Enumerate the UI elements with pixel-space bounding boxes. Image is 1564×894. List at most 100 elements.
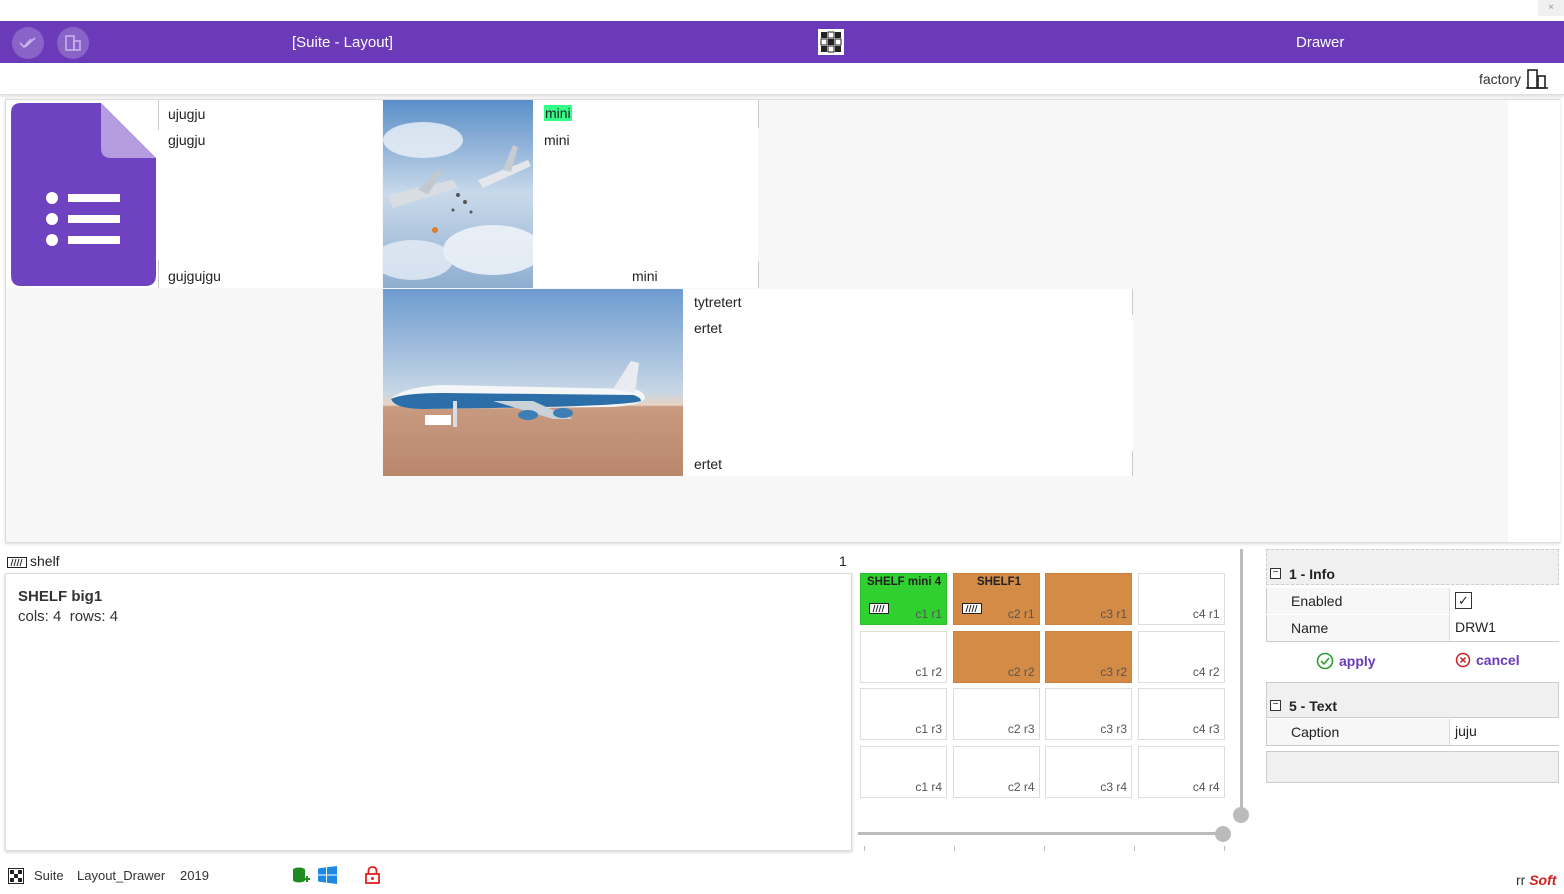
cell-shelf-title: SHELF mini 4: [867, 576, 942, 588]
block-line: tytretert: [694, 294, 742, 310]
divider: [158, 100, 159, 130]
shelf-dimensions: cols: 4 rows: 4: [18, 608, 118, 625]
shelf-detail-panel: SHELF big1 cols: 4 rows: 4: [5, 573, 852, 851]
horizontal-scrollbar-track[interactable]: [858, 832, 1224, 835]
cancel-button[interactable]: cancel: [1455, 652, 1520, 668]
prop-name: Enabled: [1291, 593, 1343, 609]
footer-year: 2019: [180, 868, 209, 883]
title-bar: [Suite - Layout] Drawer: [0, 21, 1564, 63]
cell-coordinate-label: c1 r2: [915, 664, 942, 679]
shelf-grid-cell[interactable]: SHELF mini 4 c1 r1: [860, 573, 947, 625]
shelf-grid-cell[interactable]: c1 r4: [860, 745, 947, 798]
shelf-icon: [7, 555, 27, 571]
shelf-grid-cell[interactable]: c4 r2: [1137, 630, 1225, 683]
grid-icon: [8, 868, 24, 887]
horizontal-scrollbar-thumb[interactable]: [1215, 826, 1231, 842]
property-panel: − 1 - Info Enabled ✓ Name DRW1 apply can…: [1266, 549, 1559, 789]
devices-icon: [65, 35, 81, 51]
prop-value: ✓: [1449, 588, 1559, 614]
group-info-header[interactable]: − 1 - Info: [1266, 549, 1559, 585]
double-check-icon: [19, 37, 36, 49]
shelf-grid-cell[interactable]: c3 r2: [1045, 630, 1132, 683]
window-close-button[interactable]: ×: [1538, 0, 1564, 16]
devices-icon[interactable]: [1526, 69, 1548, 92]
block-line: mini: [544, 132, 570, 148]
caption-value-field[interactable]: juju: [1449, 719, 1559, 745]
cell-coordinate-label: c1 r1: [915, 607, 942, 621]
drawer-title: Drawer: [1296, 34, 1345, 51]
apply-button[interactable]: apply: [1316, 652, 1376, 670]
vertical-scrollbar-thumb[interactable]: [1233, 807, 1249, 823]
cell-coordinate-label: c1 r3: [915, 722, 942, 736]
drawer-block[interactable]: mini mini mini: [373, 100, 759, 288]
shelf-grid-cell[interactable]: c4 r3: [1137, 688, 1225, 740]
cell-coordinate-label: c3 r2: [1100, 664, 1127, 679]
prop-row-name: Name DRW1: [1266, 615, 1559, 642]
drawer-canvas: ujugju gjugju gujgujgu mini mini mini ty…: [5, 99, 1560, 543]
brand-prefix: rr: [1516, 872, 1526, 888]
group-text-header[interactable]: − 5 - Text: [1266, 682, 1559, 718]
cell-shelf-title: SHELF1: [976, 576, 1022, 588]
block-line-highlight: mini: [544, 105, 572, 121]
shelf-grid-cell[interactable]: c3 r4: [1045, 745, 1132, 798]
status-bar: Suite Layout_Drawer 2019 rr Soft: [0, 862, 1564, 894]
window-title: [Suite - Layout]: [292, 34, 393, 51]
shelf-grid-cell[interactable]: c4 r1: [1137, 573, 1225, 625]
vertical-scrollbar-track[interactable]: [1240, 549, 1243, 813]
brand-suffix: Soft: [1529, 872, 1557, 888]
divider: [758, 262, 759, 288]
drawer-block[interactable]: tytretert ertet ertet: [383, 289, 1133, 476]
prop-row-enabled: Enabled ✓: [1266, 588, 1559, 614]
shelf-grid-cell[interactable]: SHELF1 c2 r1: [952, 573, 1040, 625]
cancel-circle-icon: [1455, 652, 1471, 668]
drawer-block[interactable]: ujugju gjugju gujgujgu: [6, 100, 382, 288]
block-line: gujgujgu: [168, 268, 221, 284]
divider: [158, 260, 159, 288]
collapse-icon[interactable]: −: [1270, 568, 1281, 579]
enabled-checkbox[interactable]: ✓: [1455, 592, 1472, 609]
shelf-grid-cell[interactable]: c1 r2: [860, 630, 947, 683]
grid-icon[interactable]: [818, 29, 844, 55]
windows-icon[interactable]: [318, 866, 337, 887]
cell-coordinate-label: c3 r3: [1100, 722, 1127, 736]
shelf-grid-cell[interactable]: c3 r3: [1045, 688, 1132, 740]
shelf-icon: [869, 601, 889, 617]
database-add-icon[interactable]: [291, 866, 311, 889]
factory-label[interactable]: factory: [1479, 71, 1521, 87]
cell-coordinate-label: c2 r3: [1007, 722, 1035, 736]
name-value-field[interactable]: DRW1: [1449, 615, 1559, 641]
cell-coordinate-label: c3 r4: [1100, 779, 1127, 794]
double-check-button[interactable]: [12, 27, 44, 59]
block-line: ertet: [694, 456, 723, 472]
shelf-grid-cell[interactable]: c2 r3: [952, 688, 1040, 740]
collapse-icon[interactable]: −: [1270, 700, 1281, 711]
shelf-count: 1: [839, 553, 847, 569]
shelf-grid-cell[interactable]: c2 r4: [952, 745, 1040, 798]
shelf-grid-cell[interactable]: c1 r3: [860, 688, 947, 740]
apply-label: apply: [1339, 653, 1376, 669]
shelf-rows: rows: 4: [69, 608, 119, 625]
prop-row-caption: Caption juju: [1266, 719, 1559, 746]
shelf-icon: [961, 601, 982, 617]
shelf-title: SHELF big1: [18, 588, 103, 605]
description-box: [1266, 751, 1559, 783]
shelf-grid-cell[interactable]: c2 r2: [952, 630, 1040, 683]
ruler-tick: [864, 846, 865, 851]
shelf-grid-cell[interactable]: c3 r1: [1045, 573, 1132, 625]
check-circle-icon: [1316, 652, 1334, 670]
divider: [1132, 289, 1133, 315]
forms-list-icon: [11, 103, 156, 286]
shelf-grid-cell[interactable]: c4 r4: [1137, 745, 1225, 798]
drawer-margin: [1508, 100, 1560, 542]
prop-name: Caption: [1291, 724, 1340, 740]
ruler-tick: [1134, 846, 1135, 851]
cancel-label: cancel: [1476, 652, 1520, 668]
cell-coordinate-label: c4 r3: [1192, 722, 1220, 736]
divider: [1132, 451, 1133, 476]
cell-coordinate-label: c1 r4: [915, 779, 942, 794]
ruler-tick: [1224, 846, 1225, 851]
air-force-one-image: [383, 289, 683, 476]
devices-button[interactable]: [57, 27, 89, 59]
lock-icon[interactable]: [365, 866, 380, 887]
block-line: ujugju: [168, 106, 206, 122]
